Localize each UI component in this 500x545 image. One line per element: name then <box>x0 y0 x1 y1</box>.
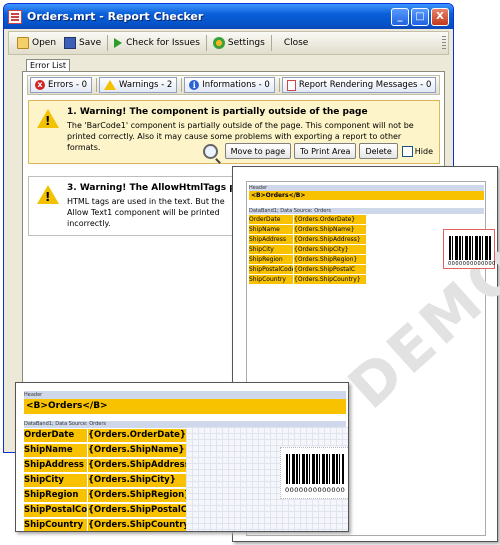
row-label: ShipAddress <box>24 459 87 472</box>
check-issues-button[interactable]: Check for Issues <box>110 33 204 53</box>
error-icon: x <box>35 80 45 90</box>
toolbar-grip[interactable] <box>442 36 446 50</box>
row-label: ShipName <box>24 444 87 457</box>
settings-button[interactable]: Settings <box>209 33 269 53</box>
gear-icon <box>212 37 225 49</box>
filter-errors-label: Errors - 0 <box>48 80 88 90</box>
title-bar: Orders.mrt - Report Checker _ □ X <box>4 4 453 29</box>
row-field: {Orders.OrderDate} <box>88 429 186 442</box>
row-label: ShipName <box>249 225 293 234</box>
row-field: {Orders.ShipPostalC <box>294 265 366 274</box>
filter-separator <box>181 78 183 92</box>
row-field: {Orders.ShipName} <box>88 444 186 457</box>
filter-informations-label: Informations - 0 <box>202 80 270 90</box>
row-label: ShipCity <box>249 245 293 254</box>
save-label: Save <box>79 38 102 48</box>
row-label: ShipRegion <box>249 255 293 264</box>
row-field: {Orders.ShipCity} <box>88 474 186 487</box>
info-icon: i <box>189 80 200 90</box>
row-field: {Orders.ShipAddress} <box>294 235 366 244</box>
close-button[interactable]: Close <box>274 33 313 53</box>
row-label: ShipCountry <box>249 275 293 284</box>
delete-button[interactable]: Delete <box>359 143 398 159</box>
filter-separator <box>278 78 280 92</box>
filter-warnings-label: Warnings - 2 <box>119 80 173 90</box>
save-button[interactable]: Save <box>60 33 105 53</box>
issue-actions: Move to page To Print Area Delete Hide <box>202 143 433 159</box>
filter-rendering-button[interactable]: Report Rendering Messages - 0 <box>281 77 437 93</box>
close-window-button[interactable]: X <box>431 7 449 26</box>
document-icon <box>286 79 296 91</box>
minimize-button[interactable]: _ <box>391 7 409 26</box>
hide-checkbox[interactable] <box>401 145 413 157</box>
open-label: Open <box>32 38 57 48</box>
to-print-area-button[interactable]: To Print Area <box>294 143 357 159</box>
move-to-page-button[interactable]: Move to page <box>224 143 292 159</box>
row-label: ShipCity <box>24 474 87 487</box>
magnifier-icon[interactable] <box>202 143 218 159</box>
warning-icon <box>104 80 117 90</box>
row-field: {Orders.ShipCity} <box>294 245 366 254</box>
warning-icon <box>37 185 59 204</box>
barcode-number: 0000000000000 <box>285 486 346 494</box>
row-label: ShipPostalCode <box>249 265 293 274</box>
zoom-panel: Header <B>Orders</B> DataBand1; Data Sou… <box>15 382 349 532</box>
issue-title: 1. Warning! The component is partially o… <box>67 107 368 117</box>
toolbar-separator <box>107 35 109 51</box>
check-issues-label: Check for Issues <box>126 38 200 48</box>
disk-icon <box>64 37 77 49</box>
databand-label: DataBand1; Data Source: Orders <box>249 208 484 214</box>
barcode-component[interactable]: 0000000000000 <box>280 447 348 499</box>
row-field: {Orders.ShipRegion} <box>88 489 186 502</box>
row-field: {Orders.ShipPostalC <box>88 504 186 517</box>
filter-errors-button[interactable]: x Errors - 0 <box>30 77 93 93</box>
row-label: ShipPostalCode <box>24 504 87 517</box>
barcode-bars <box>286 454 344 484</box>
window-title: Orders.mrt - Report Checker <box>27 10 204 23</box>
close-label: Close <box>283 38 309 48</box>
app-icon <box>8 9 22 24</box>
barcode-number: 0000000000000 <box>448 261 496 267</box>
row-field: {Orders.ShipAddress} <box>88 459 186 472</box>
row-field: {Orders.OrderDate} <box>294 215 366 224</box>
filter-warnings-button[interactable]: Warnings - 2 <box>99 77 178 93</box>
toolbar-separator <box>205 35 207 51</box>
row-label: OrderDate <box>249 215 293 224</box>
maximize-button[interactable]: □ <box>411 7 429 26</box>
row-label: ShipCountry <box>24 519 87 531</box>
row-label: ShipAddress <box>249 235 293 244</box>
filter-separator <box>96 78 98 92</box>
row-label: OrderDate <box>24 429 87 442</box>
header-band-text: <B>Orders</B> <box>249 191 484 200</box>
main-toolbar: Open Save Check for Issues Settings Clos… <box>8 31 449 55</box>
folder-icon <box>17 37 29 49</box>
row-field: {Orders.ShipRegion} <box>294 255 366 264</box>
barcode-component[interactable]: 0000000000000 <box>443 229 495 269</box>
header-band-label: Header <box>24 391 346 399</box>
row-field: {Orders.ShipCountry} <box>88 519 186 531</box>
filter-bar: x Errors - 0 Warnings - 2 i Informations… <box>27 75 440 95</box>
warning-icon <box>37 109 59 128</box>
play-icon <box>114 38 123 48</box>
filter-rendering-label: Report Rendering Messages - 0 <box>298 80 432 90</box>
hide-label: Hide <box>414 146 433 156</box>
filter-informations-button[interactable]: i Informations - 0 <box>184 77 275 93</box>
issue-title: 3. Warning! The AllowHtmlTags property i <box>67 183 237 193</box>
issue-card[interactable]: 3. Warning! The AllowHtmlTags property i… <box>28 176 238 236</box>
barcode-bars <box>449 236 491 260</box>
toolbar-separator <box>270 35 272 51</box>
settings-label: Settings <box>227 38 265 48</box>
issue-card[interactable]: 1. Warning! The component is partially o… <box>28 100 440 164</box>
row-field: {Orders.ShipName} <box>294 225 366 234</box>
open-button[interactable]: Open <box>13 33 60 53</box>
issue-description: HTML tags are used in the text. But the … <box>67 197 225 228</box>
row-label: ShipRegion <box>24 489 87 502</box>
row-field: {Orders.ShipCountry} <box>294 275 366 284</box>
header-band-text: <B>Orders</B> <box>24 399 346 414</box>
